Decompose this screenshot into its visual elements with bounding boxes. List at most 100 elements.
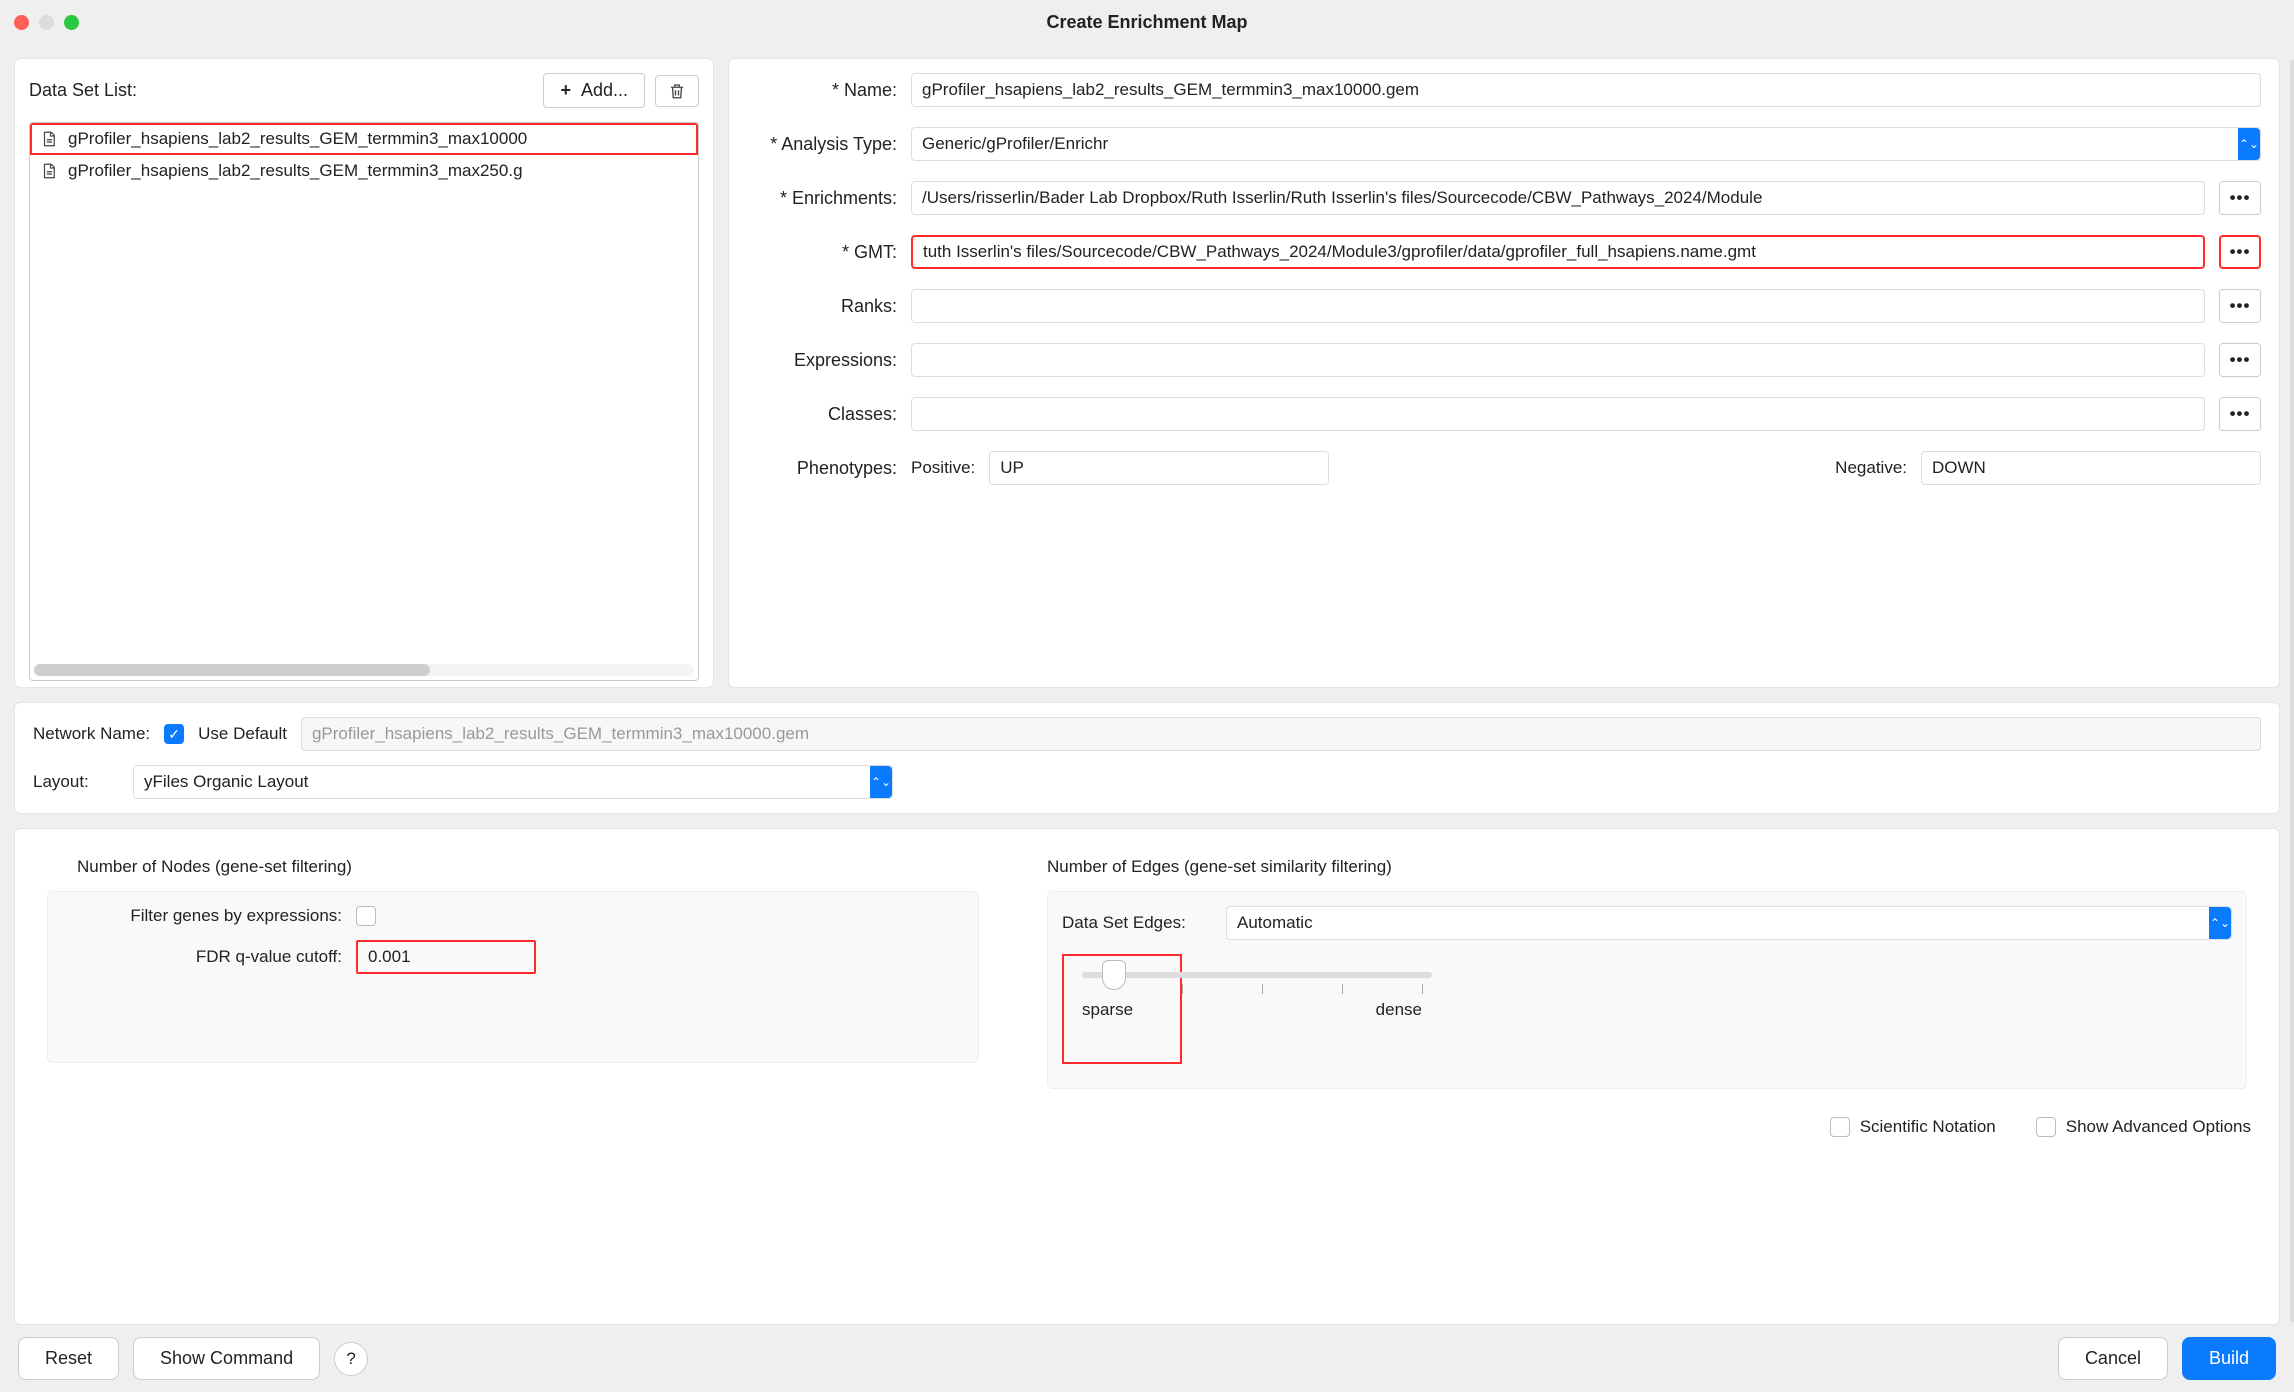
use-default-label: Use Default — [198, 724, 287, 744]
dse-select[interactable]: Automatic ⌃⌄ — [1226, 906, 2232, 940]
analysis-type-label: * Analysis Type: — [747, 134, 897, 155]
scientific-notation-label: Scientific Notation — [1860, 1117, 1996, 1137]
network-name-label: Network Name: — [33, 724, 150, 744]
window-title: Create Enrichment Map — [0, 12, 2294, 33]
enrichments-value: /Users/risserlin/Bader Lab Dropbox/Ruth … — [922, 188, 1762, 208]
fdr-cutoff-input[interactable]: 0.001 — [356, 940, 536, 974]
scientific-notation-checkbox[interactable] — [1830, 1117, 1850, 1137]
ranks-browse-button[interactable]: ••• — [2219, 289, 2261, 323]
fdr-value: 0.001 — [368, 947, 411, 967]
build-button[interactable]: Build — [2182, 1337, 2276, 1380]
fdr-label: FDR q-value cutoff: — [62, 947, 342, 967]
select-arrow-icon: ⌃⌄ — [2238, 128, 2260, 160]
gmt-label: * GMT: — [747, 242, 897, 263]
negative-value: DOWN — [1932, 458, 1986, 478]
scrollbar-thumb[interactable] — [34, 664, 430, 676]
name-input-value: gProfiler_hsapiens_lab2_results_GEM_term… — [922, 80, 1419, 100]
nodes-filter-title: Number of Nodes (gene-set filtering) — [77, 857, 979, 877]
analysis-type-value: Generic/gProfiler/Enrichr — [922, 134, 1108, 154]
dataset-item[interactable]: gProfiler_hsapiens_lab2_results_GEM_term… — [30, 123, 698, 155]
tick — [1422, 984, 1423, 994]
layout-select[interactable]: yFiles Organic Layout ⌃⌄ — [133, 765, 893, 799]
positive-label: Positive: — [911, 458, 975, 478]
analysis-type-select[interactable]: Generic/gProfiler/Enrichr ⌃⌄ — [911, 127, 2261, 161]
dataset-item-label: gProfiler_hsapiens_lab2_results_GEM_term… — [68, 129, 527, 149]
add-dataset-button[interactable]: + Add... — [543, 73, 645, 108]
dataset-form-panel: * Name: gProfiler_hsapiens_lab2_results_… — [728, 58, 2280, 688]
expressions-browse-button[interactable]: ••• — [2219, 343, 2261, 377]
edges-filter-inner: Data Set Edges: Automatic ⌃⌄ — [1047, 891, 2247, 1089]
classes-browse-button[interactable]: ••• — [2219, 397, 2261, 431]
nodes-filter-box: Number of Nodes (gene-set filtering) Fil… — [33, 843, 993, 1103]
horizontal-scrollbar[interactable] — [34, 664, 694, 676]
help-button[interactable]: ? — [334, 1342, 368, 1376]
dataset-item-label: gProfiler_hsapiens_lab2_results_GEM_term… — [68, 161, 523, 181]
dialog-window: Create Enrichment Map Data Set List: + A… — [0, 0, 2294, 1392]
phenotypes-label: Phenotypes: — [747, 458, 897, 479]
dataset-item[interactable]: gProfiler_hsapiens_lab2_results_GEM_term… — [30, 155, 698, 187]
use-default-checkbox[interactable]: ✓ — [164, 724, 184, 744]
layout-label: Layout: — [33, 772, 119, 792]
options-row: Scientific Notation Show Advanced Option… — [33, 1117, 2261, 1137]
dense-label: dense — [1376, 1000, 1422, 1020]
filter-by-expr-label: Filter genes by expressions: — [62, 906, 342, 926]
show-advanced-label: Show Advanced Options — [2066, 1117, 2251, 1137]
show-advanced-checkbox[interactable] — [2036, 1117, 2056, 1137]
sparse-label: sparse — [1082, 1000, 1133, 1020]
footer: Reset Show Command ? Cancel Build — [0, 1325, 2294, 1392]
classes-input[interactable] — [911, 397, 2205, 431]
layout-value: yFiles Organic Layout — [144, 772, 308, 792]
gmt-value: tuth Isserlin's files/Sourcecode/CBW_Pat… — [923, 242, 1756, 262]
negative-label: Negative: — [1835, 458, 1907, 478]
network-name-placeholder: gProfiler_hsapiens_lab2_results_GEM_term… — [312, 724, 809, 744]
name-label: * Name: — [747, 80, 897, 101]
dse-label: Data Set Edges: — [1062, 913, 1212, 933]
network-panel: Network Name: ✓ Use Default gProfiler_hs… — [14, 702, 2280, 814]
tick — [1182, 984, 1183, 994]
dataset-list-panel: Data Set List: + Add... gProfiler_hsapie… — [14, 58, 714, 688]
dataset-list-header: Data Set List: + Add... — [29, 73, 699, 108]
enrichments-browse-button[interactable]: ••• — [2219, 181, 2261, 215]
classes-row: Classes: ••• — [747, 397, 2261, 431]
negative-input[interactable]: DOWN — [1921, 451, 2261, 485]
file-icon — [40, 130, 58, 148]
delete-dataset-button[interactable] — [655, 75, 699, 107]
file-icon — [40, 162, 58, 180]
reset-button[interactable]: Reset — [18, 1337, 119, 1380]
dataset-listbox[interactable]: gProfiler_hsapiens_lab2_results_GEM_term… — [29, 122, 699, 681]
tick — [1262, 984, 1263, 994]
positive-input[interactable]: UP — [989, 451, 1329, 485]
ranks-label: Ranks: — [747, 296, 897, 317]
name-row: * Name: gProfiler_hsapiens_lab2_results_… — [747, 73, 2261, 107]
nodes-filter-inner: Filter genes by expressions: FDR q-value… — [47, 891, 979, 1063]
dataset-list-label: Data Set List: — [29, 80, 543, 101]
gmt-input[interactable]: tuth Isserlin's files/Sourcecode/CBW_Pat… — [911, 235, 2205, 269]
positive-value: UP — [1000, 458, 1024, 478]
select-arrow-icon: ⌃⌄ — [2209, 907, 2231, 939]
filter-panel: Number of Nodes (gene-set filtering) Fil… — [14, 828, 2280, 1325]
filter-by-expr-checkbox[interactable] — [356, 906, 376, 926]
edges-filter-box: Number of Edges (gene-set similarity fil… — [1033, 843, 2261, 1103]
top-row: Data Set List: + Add... gProfiler_hsapie… — [14, 58, 2280, 688]
expressions-input[interactable] — [911, 343, 2205, 377]
ranks-row: Ranks: ••• — [747, 289, 2261, 323]
density-slider[interactable]: sparse dense — [1082, 972, 1462, 1020]
network-name-input[interactable]: gProfiler_hsapiens_lab2_results_GEM_term… — [301, 717, 2261, 751]
cancel-button[interactable]: Cancel — [2058, 1337, 2168, 1380]
enrichments-input[interactable]: /Users/risserlin/Bader Lab Dropbox/Ruth … — [911, 181, 2205, 215]
plus-icon: + — [560, 80, 571, 101]
gmt-browse-button[interactable]: ••• — [2219, 235, 2261, 269]
expressions-label: Expressions: — [747, 350, 897, 371]
titlebar: Create Enrichment Map — [0, 0, 2294, 44]
classes-label: Classes: — [747, 404, 897, 425]
content: Data Set List: + Add... gProfiler_hsapie… — [0, 44, 2294, 1325]
show-command-button[interactable]: Show Command — [133, 1337, 320, 1380]
trash-icon — [668, 82, 686, 100]
enrichments-label: * Enrichments: — [747, 188, 897, 209]
name-input[interactable]: gProfiler_hsapiens_lab2_results_GEM_term… — [911, 73, 2261, 107]
tick — [1342, 984, 1343, 994]
dse-value: Automatic — [1237, 913, 1313, 933]
enrichments-row: * Enrichments: /Users/risserlin/Bader La… — [747, 181, 2261, 215]
ranks-input[interactable] — [911, 289, 2205, 323]
select-arrow-icon: ⌃⌄ — [870, 766, 892, 798]
